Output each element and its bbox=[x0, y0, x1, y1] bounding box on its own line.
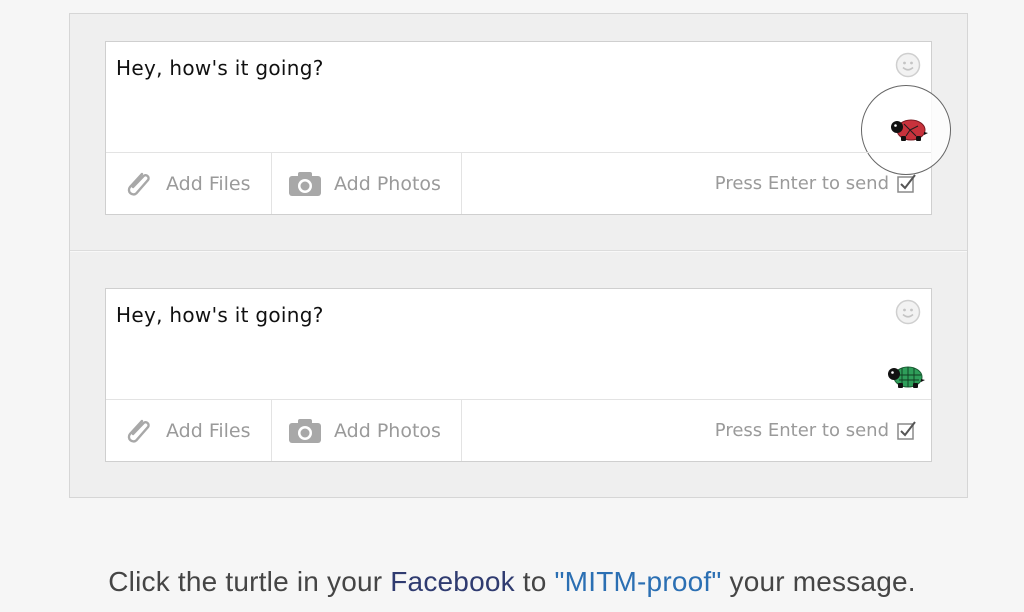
turtle-icon[interactable] bbox=[885, 361, 925, 391]
camera-icon bbox=[289, 171, 321, 196]
mitm-proof-link[interactable]: "MITM-proof" bbox=[555, 566, 722, 597]
instruction-caption: Click the turtle in your Facebook to "MI… bbox=[0, 566, 1024, 598]
turtle-icon[interactable] bbox=[888, 114, 928, 144]
add-files-button[interactable]: Add Files bbox=[106, 400, 272, 461]
facebook-link[interactable]: Facebook bbox=[390, 566, 515, 597]
camera-icon bbox=[289, 418, 321, 443]
add-photos-label: Add Photos bbox=[334, 419, 441, 442]
paperclip-icon bbox=[127, 172, 150, 196]
press-enter-label: Press Enter to send bbox=[714, 173, 889, 194]
caption-part-3: your message. bbox=[721, 566, 916, 597]
press-enter-toggle[interactable]: Press Enter to send bbox=[715, 400, 917, 461]
panel-divider bbox=[70, 250, 967, 252]
press-enter-label: Press Enter to send bbox=[714, 420, 889, 441]
message-composer-2[interactable]: Hey, how's it going? Add Files Add Photo… bbox=[105, 288, 932, 462]
message-input[interactable]: Hey, how's it going? bbox=[116, 56, 324, 80]
message-input[interactable]: Hey, how's it going? bbox=[116, 303, 324, 327]
press-enter-toggle[interactable]: Press Enter to send bbox=[715, 153, 917, 214]
chat-composer-panel: Hey, how's it going? Add Files Add Photo… bbox=[69, 13, 968, 498]
composer-toolbar: Add Files Add Photos Press Enter to send bbox=[106, 399, 931, 461]
smiley-icon[interactable] bbox=[895, 299, 921, 325]
add-photos-button[interactable]: Add Photos bbox=[272, 153, 462, 214]
message-composer-1[interactable]: Hey, how's it going? Add Files Add Photo… bbox=[105, 41, 951, 215]
caption-part-2: to bbox=[514, 566, 555, 597]
paperclip-icon bbox=[127, 419, 150, 443]
add-files-label: Add Files bbox=[166, 419, 251, 442]
composer-toolbar: Add Files Add Photos Press Enter to send bbox=[106, 152, 931, 214]
checkbox-icon[interactable] bbox=[897, 173, 917, 194]
smiley-icon[interactable] bbox=[895, 52, 921, 78]
add-photos-label: Add Photos bbox=[334, 172, 441, 195]
add-files-label: Add Files bbox=[166, 172, 251, 195]
add-photos-button[interactable]: Add Photos bbox=[272, 400, 462, 461]
add-files-button[interactable]: Add Files bbox=[106, 153, 272, 214]
checkbox-icon[interactable] bbox=[897, 420, 917, 441]
caption-part-1: Click the turtle in your bbox=[108, 566, 391, 597]
